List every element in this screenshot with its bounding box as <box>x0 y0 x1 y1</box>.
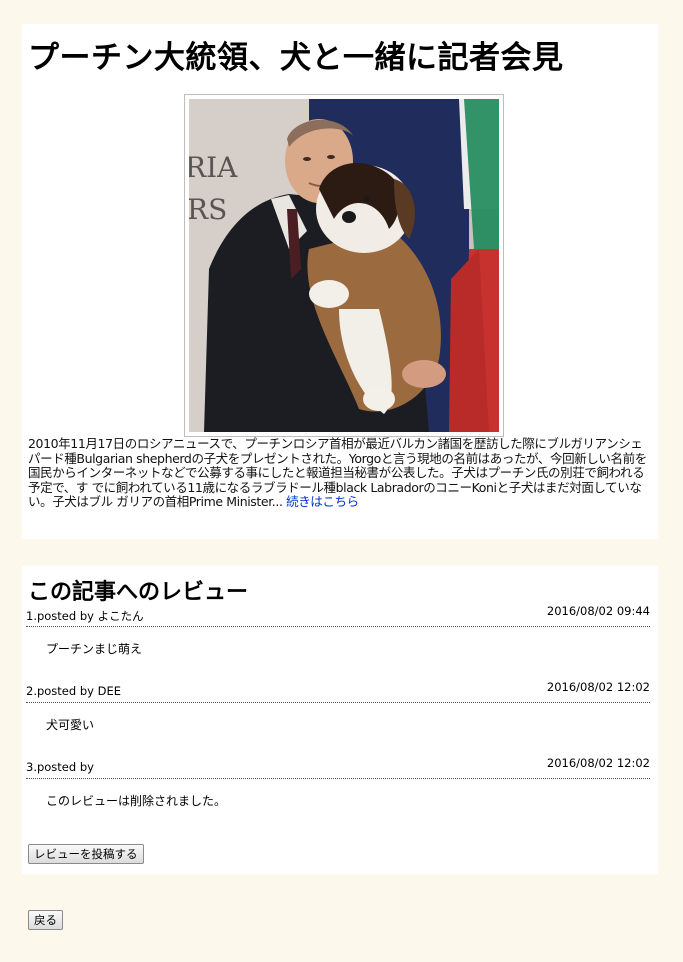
svg-text:RIA: RIA <box>189 151 238 184</box>
post-review-button[interactable]: レビューを投稿する <box>28 844 144 864</box>
review-poster: 1.posted by よこたん <box>26 609 144 623</box>
review-header: 2.posted by DEE 2016/08/02 12:02 <box>26 680 650 703</box>
review-item: 2.posted by DEE 2016/08/02 12:02 犬可愛い <box>26 680 650 733</box>
putin-puppy-photo: RIA RS <box>189 99 499 432</box>
review-text: プーチンまじ萌え <box>46 642 143 656</box>
back-button[interactable]: 戻る <box>28 910 63 930</box>
article-photo: RIA RS <box>184 94 504 437</box>
reviews-card: この記事へのレビュー 1.posted by よこたん 2016/08/02 0… <box>22 566 658 874</box>
article-body: 2010年11月17日のロシアニュースで、プーチンロシア首相が最近バルカン諸国を… <box>28 436 654 510</box>
review-date: 2016/08/02 12:02 <box>546 756 650 770</box>
read-more-link[interactable]: 続きはこちら <box>286 494 359 509</box>
page: { "article": { "title": "プーチン大統領、犬と一緒に記者… <box>0 0 683 962</box>
article-card: プーチン大統領、犬と一緒に記者会見 RIA RS 2010年11月17日のロシア… <box>22 24 658 539</box>
review-poster: 2.posted by DEE <box>26 684 121 698</box>
review-text: このレビューは削除されました。 <box>46 794 227 808</box>
svg-text:RS: RS <box>189 193 227 226</box>
review-header: 1.posted by よこたん 2016/08/02 09:44 <box>26 604 650 627</box>
review-header: 3.posted by 2016/08/02 12:02 <box>26 756 650 779</box>
review-date: 2016/08/02 09:44 <box>546 604 650 618</box>
review-item: 1.posted by よこたん 2016/08/02 09:44 プーチンまじ… <box>26 604 650 657</box>
review-poster: 3.posted by <box>26 760 94 774</box>
reviews-heading: この記事へのレビュー <box>28 580 249 605</box>
review-date: 2016/08/02 12:02 <box>546 680 650 694</box>
article-title: プーチン大統領、犬と一緒に記者会見 <box>28 40 564 76</box>
review-item: 3.posted by 2016/08/02 12:02 このレビューは削除され… <box>26 756 650 809</box>
review-text: 犬可愛い <box>46 718 95 732</box>
